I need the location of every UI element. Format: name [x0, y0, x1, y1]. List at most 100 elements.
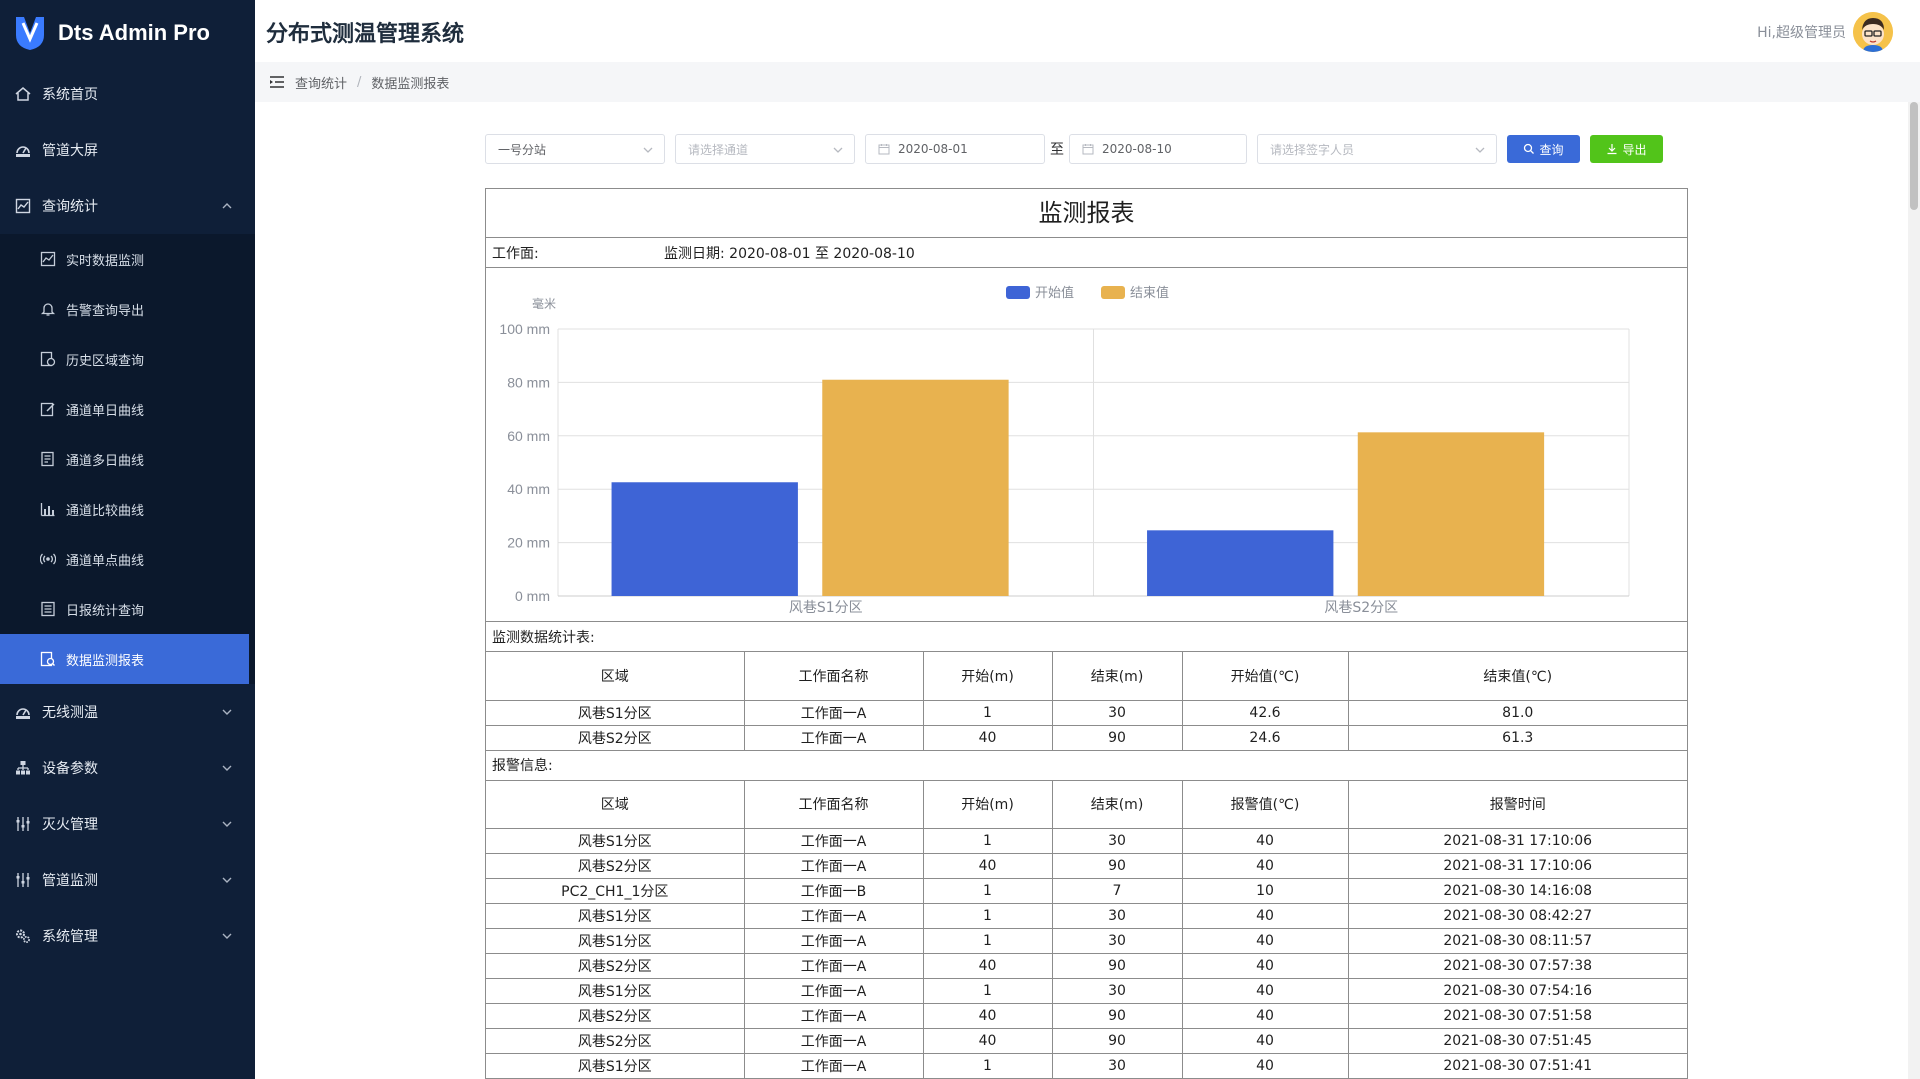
chevron-down-icon: [222, 933, 232, 939]
sidebar-item-channel-single-point[interactable]: 通道单点曲线: [0, 534, 255, 584]
alarm-table-cell: 工作面一A: [744, 1028, 924, 1054]
y-tick-label: 40 mm: [507, 481, 550, 497]
export-button[interactable]: 导出: [1590, 135, 1663, 163]
alarm-table-cell: 工作面一A: [744, 903, 924, 929]
alarm-table-cell: 90: [1052, 1003, 1183, 1029]
alarm-table-cell: 2021-08-30 08:42:27: [1348, 903, 1687, 929]
gears-icon: [14, 927, 32, 945]
sidebar-item-wireless-temp[interactable]: 无线测温: [0, 684, 255, 740]
alarm-table-cell: 40: [923, 853, 1053, 879]
breadcrumb-item[interactable]: 查询统计: [295, 73, 347, 92]
monitor-report: 监测报表 工作面: 监测日期: 2020-08-01 至 2020-08-10 …: [485, 188, 1688, 1079]
alarm-table-cell: 2021-08-30 07:54:16: [1348, 978, 1687, 1004]
main-scrollbar[interactable]: [1908, 102, 1920, 1079]
top-header: 分布式测温管理系统 Hi,超级管理员: [255, 0, 1920, 62]
stats-column-header: 结束(m): [1052, 652, 1183, 701]
stats-table-cell: 风巷S1分区: [486, 700, 745, 726]
alarm-table-cell: 1: [923, 878, 1053, 904]
sidebar-item-label: 通道多日曲线: [66, 453, 145, 469]
sidebar-item-device-params[interactable]: 设备参数: [0, 740, 255, 796]
stats-table-cell: 42.6: [1182, 700, 1349, 726]
sidebar-item-channel-compare[interactable]: 通道比较曲线: [0, 484, 255, 534]
chevron-down-icon: [222, 877, 232, 883]
user-greeting[interactable]: Hi,超级管理员: [1757, 22, 1846, 42]
chevron-up-icon: [222, 203, 232, 209]
station-select[interactable]: 一号分站: [485, 134, 665, 164]
stats-table-cell: 1: [923, 700, 1053, 726]
sidebar-item-home[interactable]: 系统首页: [0, 66, 255, 122]
alarm-table-cell: 风巷S1分区: [486, 828, 745, 854]
alarm-table-body: 风巷S1分区 工作面一A 1 30 40 2021-08-31 17:10:06 风巷S2分…: [486, 828, 1687, 1079]
sidebar-item-daily-report[interactable]: 日报统计查询: [0, 584, 255, 634]
sidebar-item-channel-multi-day[interactable]: 通道多日曲线: [0, 434, 255, 484]
sidebar-item-data-monitor-report[interactable]: 数据监测报表: [0, 634, 249, 684]
sidebar-item-pipe-monitor[interactable]: 管道监测: [0, 852, 255, 908]
chevron-down-icon: [222, 821, 232, 827]
y-tick-label: 20 mm: [507, 535, 550, 551]
stats-column-header: 开始值(℃): [1182, 652, 1349, 701]
avatar[interactable]: [1853, 12, 1893, 52]
end-date-value: 2020-08-10: [1102, 142, 1172, 156]
sidebar-item-label: 灭火管理: [42, 817, 98, 833]
start-date-value: 2020-08-01: [898, 142, 968, 156]
alarm-table-cell: 风巷S1分区: [486, 978, 745, 1004]
bell-icon: [40, 301, 56, 317]
stats-table-cell: 24.6: [1182, 725, 1349, 751]
station-select-value: 一号分站: [498, 142, 547, 157]
sidebar-item-label: 系统管理: [42, 929, 98, 945]
query-button[interactable]: 查询: [1507, 135, 1580, 163]
alarm-table-cell: 工作面一A: [744, 853, 924, 879]
sidebar-item-label: 实时数据监测: [66, 253, 145, 269]
sidebar-item-label: 通道比较曲线: [66, 503, 145, 519]
menu-fold-icon[interactable]: [269, 75, 285, 89]
channel-select[interactable]: 请选择通道: [675, 134, 855, 164]
scrollbar-thumb[interactable]: [1910, 102, 1918, 210]
alarm-table-cell: 1: [923, 928, 1053, 954]
document-icon: [40, 451, 56, 467]
sidebar-item-system-management[interactable]: 系统管理: [0, 908, 255, 964]
alarm-table-cell: 40: [923, 953, 1053, 979]
alarm-table-row: 风巷S1分区 工作面一A 1 30 40 2021-08-31 17:10:06: [486, 828, 1687, 854]
sidebar-item-channel-single-day[interactable]: 通道单日曲线: [0, 384, 255, 434]
x-tick-label: 风巷S2分区: [1324, 600, 1398, 616]
sidebar-item-history-area[interactable]: 历史区域查询: [0, 334, 255, 384]
stats-table-header: 区域 工作面名称 开始(m) 结束(m) 开始值(℃) 结束值(℃): [486, 652, 1687, 701]
sidebar-item-alarm-export[interactable]: 告警查询导出: [0, 284, 255, 334]
legend-label: 结束值: [1130, 285, 1169, 301]
alarm-table-cell: 工作面一A: [744, 1003, 924, 1029]
alarm-table-cell: 40: [1182, 1003, 1349, 1029]
brand[interactable]: Dts Admin Pro: [0, 0, 255, 66]
alarm-table-cell: 40: [1182, 928, 1349, 954]
alarm-column-header: 结束(m): [1052, 780, 1183, 829]
signer-select[interactable]: 请选择签字人员: [1257, 134, 1497, 164]
alarm-column-header: 开始(m): [923, 780, 1053, 829]
sidebar-item-label: 管道监测: [42, 873, 98, 889]
sidebar-item-label: 告警查询导出: [66, 303, 145, 319]
stats-table-cell: 风巷S2分区: [486, 725, 745, 751]
alarm-column-header: 工作面名称: [744, 780, 924, 829]
stats-table: 区域 工作面名称 开始(m) 结束(m) 开始值(℃) 结束值(℃) 风巷S1分区 工作面一…: [486, 652, 1687, 751]
alarm-table-cell: 30: [1052, 928, 1183, 954]
sidebar-item-fire-management[interactable]: 灭火管理: [0, 796, 255, 852]
alarm-table-cell: 1: [923, 828, 1053, 854]
breadcrumb-item-current: 数据监测报表: [371, 76, 450, 92]
report-info-row: 工作面: 监测日期: 2020-08-01 至 2020-08-10: [486, 238, 1687, 268]
app-root: Dts Admin Pro 系统首页 管道大屏 查询统计 实时数据监测 告警查询…: [0, 0, 1920, 1079]
sidebar-item-query-stats[interactable]: 查询统计: [0, 178, 255, 234]
alarm-table-row: PC2_CH1_1分区 工作面一B 1 7 10 2021-08-30 14:16:08: [486, 878, 1687, 904]
end-date-picker[interactable]: 2020-08-10: [1069, 134, 1247, 164]
stats-column-header: 区域: [486, 652, 745, 701]
monitor-date-label: 监测日期: 2020-08-01 至 2020-08-10: [664, 245, 915, 262]
sidebar-menu: 系统首页 管道大屏 查询统计: [0, 66, 255, 234]
alarm-table-cell: 2021-08-31 17:10:06: [1348, 828, 1687, 854]
bar-chart: 0 mm 20 mm 40 mm 60 mm 80 mm 100 mm 毫米风巷S1分区 风巷…: [499, 285, 1630, 616]
alarm-table-cell: 7: [1052, 878, 1183, 904]
start-date-picker[interactable]: 2020-08-01: [865, 134, 1045, 164]
sidebar-item-realtime-monitor[interactable]: 实时数据监测: [0, 234, 255, 284]
alarm-table-cell: 90: [1052, 1028, 1183, 1054]
alarm-table-cell: 风巷S2分区: [486, 1003, 745, 1029]
avatar-image: [1853, 12, 1893, 52]
sidebar-item-pipe-screen[interactable]: 管道大屏: [0, 122, 255, 178]
network-icon: [14, 759, 32, 777]
alarm-table-cell: 2021-08-30 07:51:58: [1348, 1003, 1687, 1029]
